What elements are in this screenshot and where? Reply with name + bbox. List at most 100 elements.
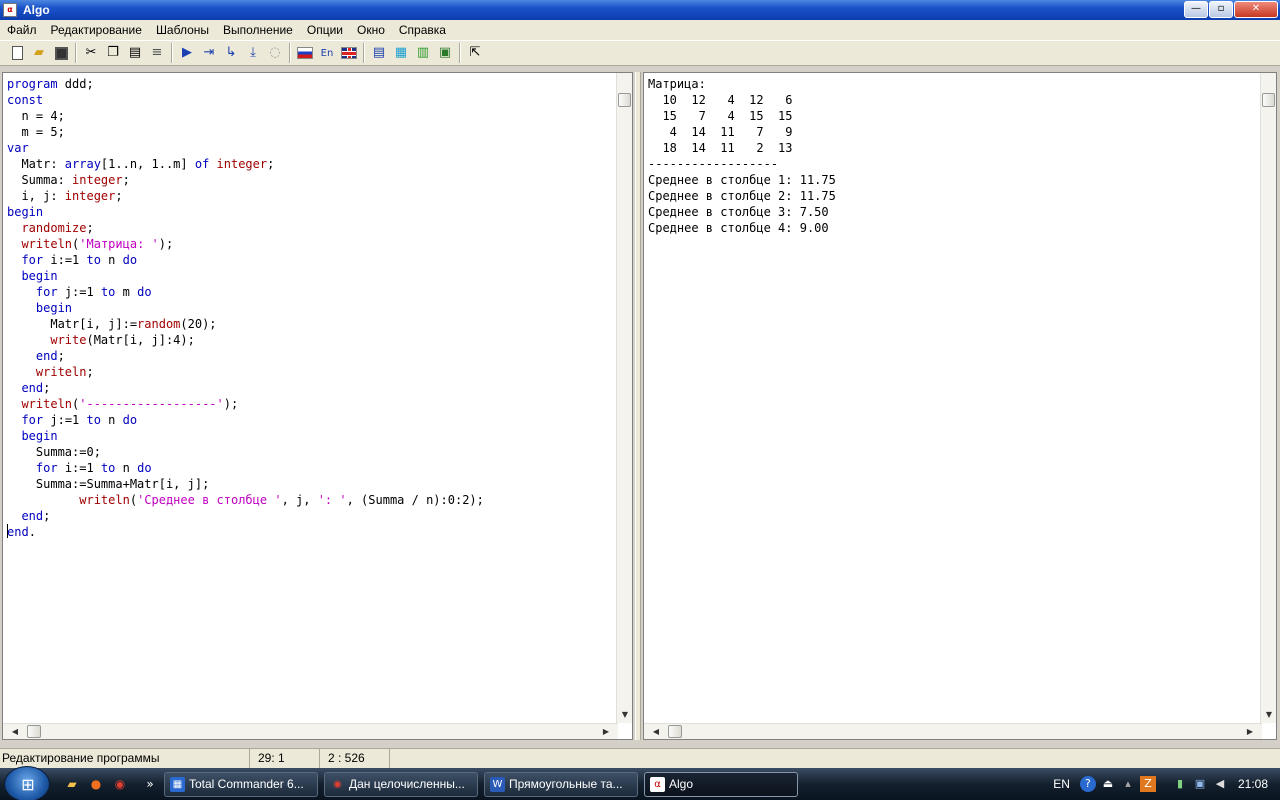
app-tray-icon[interactable]: Z	[1139, 776, 1156, 792]
uk-language-button[interactable]	[338, 42, 360, 64]
en-language-button[interactable]: En	[316, 42, 338, 64]
output-line: 15 7 4 15 15	[648, 109, 793, 123]
code-line: writeln('------------------');	[21, 397, 239, 411]
taskbar-button-total-commander[interactable]: ▦ Total Commander 6...	[164, 772, 318, 797]
output-line: Среднее в столбце 4: 9.00	[648, 221, 829, 235]
step-into-button[interactable]: ⇥	[198, 42, 220, 64]
stop-icon: ◌	[269, 45, 281, 60]
quick-launch-more-button[interactable]: »	[142, 776, 158, 792]
template2-icon: ▦	[394, 45, 408, 60]
taskbar-button-algo[interactable]: α Algo	[644, 772, 798, 797]
minimize-button[interactable]: —	[1184, 1, 1208, 18]
code-line: const	[7, 93, 44, 107]
menu-file[interactable]: Файл	[0, 20, 44, 40]
output-horizontal-scrollbar[interactable]: ◀ ▶	[644, 723, 1262, 739]
menu-window[interactable]: Окно	[350, 20, 392, 40]
template1-button[interactable]: ▤	[368, 42, 390, 64]
code-line: write(Matr[i, j]:4);	[50, 333, 195, 347]
help-button[interactable]: ⇱	[464, 42, 486, 64]
menu-help[interactable]: Справка	[392, 20, 453, 40]
step-over-button[interactable]: ↳	[220, 42, 242, 64]
maximize-button[interactable]: ▫	[1209, 1, 1233, 18]
template1-icon: ▤	[372, 45, 386, 60]
scroll-thumb[interactable]	[1262, 93, 1275, 107]
menu-templates[interactable]: Шаблоны	[149, 20, 216, 40]
pane-splitter[interactable]	[635, 72, 641, 740]
paste-icon: ▤	[128, 45, 142, 60]
close-button[interactable]: ✕	[1234, 1, 1278, 18]
new-file-button[interactable]	[6, 42, 28, 64]
output-panel[interactable]: Матрица: 10 12 4 12 6 15 7 4 15 15 4 14 …	[643, 72, 1277, 740]
chrome-icon[interactable]: ◉	[112, 776, 128, 792]
template4-button[interactable]: ▣	[434, 42, 456, 64]
run-button[interactable]: ▶	[176, 42, 198, 64]
language-indicator[interactable]: EN	[1053, 777, 1070, 791]
step-over-icon: ↳	[225, 45, 237, 60]
battery-icon[interactable]: ▮	[1172, 776, 1188, 792]
tray-expand-icon[interactable]: ▴	[1120, 776, 1136, 792]
status-char-position: 2 : 526	[320, 749, 390, 768]
chrome-icon: ◉	[333, 779, 342, 790]
menu-run[interactable]: Выполнение	[216, 20, 300, 40]
taskbar: ⊞ ▰ ● ◉ » ▦ Total Commander 6... ◉ Дан ц…	[0, 766, 1280, 800]
code-horizontal-scrollbar[interactable]: ◀ ▶	[3, 723, 618, 739]
code-line: begin	[21, 269, 58, 283]
open-button[interactable]: ▰	[28, 42, 50, 64]
run-to-cursor-button[interactable]: ⤓	[242, 42, 264, 64]
scroll-down-arrow-icon[interactable]: ▼	[617, 707, 633, 723]
paste-button[interactable]: ▤	[124, 42, 146, 64]
scroll-left-arrow-icon[interactable]: ◀	[648, 724, 664, 740]
cut-button[interactable]: ✂	[80, 42, 102, 64]
help-icon[interactable]: ?	[1079, 776, 1096, 792]
toolbar-separator	[459, 43, 461, 63]
taskbar-button-chrome[interactable]: ◉ Дан целочисленны...	[324, 772, 478, 797]
cut-icon: ✂	[85, 45, 97, 60]
code-line: end;	[21, 509, 51, 523]
template2-button[interactable]: ▦	[390, 42, 412, 64]
scroll-right-arrow-icon[interactable]: ▶	[1242, 724, 1258, 740]
code-text[interactable]: program ddd; const n = 4; m = 5; var Matr:…	[7, 76, 484, 540]
algo-app-icon[interactable]: α	[3, 3, 17, 17]
save-button[interactable]	[50, 42, 72, 64]
copy-button[interactable]: ❐	[102, 42, 124, 64]
format-button[interactable]: ≡	[146, 42, 168, 64]
russian-language-button[interactable]	[294, 42, 316, 64]
taskbar-button-label: Дан целочисленны...	[349, 777, 465, 791]
folder-icon[interactable]: ▰	[64, 776, 80, 792]
clock[interactable]: 21:08	[1238, 777, 1268, 791]
code-line: m = 5;	[7, 125, 65, 139]
taskbar-button-word[interactable]: W Прямоугольные та...	[484, 772, 638, 797]
code-line: for i:=1 to n do	[35, 461, 152, 475]
network-icon[interactable]: ▣	[1192, 776, 1208, 792]
scroll-right-arrow-icon[interactable]: ▶	[598, 724, 614, 740]
word-icon: W	[490, 777, 505, 792]
scroll-left-arrow-icon[interactable]: ◀	[7, 724, 23, 740]
code-line: for i:=1 to n do	[21, 253, 138, 267]
code-line: Matr[i, j]:=random(20);	[7, 317, 217, 331]
safely-remove-icon[interactable]: ⏏	[1100, 776, 1116, 792]
scroll-thumb[interactable]	[668, 725, 682, 738]
template3-button[interactable]: ▥	[412, 42, 434, 64]
code-line: i, j: integer;	[7, 189, 123, 203]
output-vertical-scrollbar[interactable]: ▼	[1260, 73, 1276, 723]
code-editor[interactable]: program ddd; const n = 4; m = 5; var Matr:…	[2, 72, 633, 740]
output-text: Матрица: 10 12 4 12 6 15 7 4 15 15 4 14 …	[648, 76, 836, 236]
scroll-thumb[interactable]	[27, 725, 41, 738]
menu-edit[interactable]: Редактирование	[44, 20, 149, 40]
code-line: end;	[21, 381, 51, 395]
format-icon: ≡	[151, 45, 163, 60]
stop-button[interactable]: ◌	[264, 42, 286, 64]
code-line: writeln('Среднее в столбце ', j, ': ', (…	[79, 493, 484, 507]
scroll-down-arrow-icon[interactable]: ▼	[1261, 707, 1277, 723]
start-button[interactable]: ⊞	[4, 766, 50, 800]
menu-options[interactable]: Опции	[300, 20, 350, 40]
save-icon	[54, 46, 68, 60]
uk-flag-icon	[341, 47, 357, 59]
volume-muted-icon[interactable]: ◀	[1212, 776, 1228, 792]
window-controls: — ▫ ✕	[1184, 1, 1278, 18]
code-vertical-scrollbar[interactable]: ▼	[616, 73, 632, 723]
output-line: 10 12 4 12 6	[648, 93, 793, 107]
firefox-icon[interactable]: ●	[88, 776, 104, 792]
scroll-thumb[interactable]	[618, 93, 631, 107]
status-mode: Редактирование программы	[0, 749, 250, 768]
